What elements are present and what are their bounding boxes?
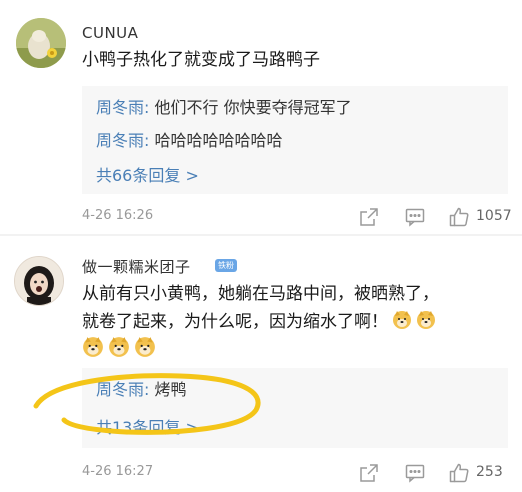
reply-author[interactable]: 周冬雨: <box>96 131 149 150</box>
thumbs-up-icon[interactable] <box>448 206 470 228</box>
comment-text-line: 从前有只小黄鸭，她躺在马路中间，被晒熟了， <box>82 280 502 308</box>
comment-text: 从前有只小黄鸭，她躺在马路中间，被晒熟了， 就卷了起来，为什么呢，因为缩水了啊！ <box>82 280 502 336</box>
reply-text: 哈哈哈哈哈哈哈哈 <box>149 131 283 150</box>
doge-emoji-icon <box>135 337 155 357</box>
username[interactable]: CUNUA <box>82 24 138 42</box>
share-icon[interactable] <box>358 206 380 228</box>
comment-footer: 4-26 16:26 1057 <box>82 206 512 230</box>
doge-emoji-icon <box>83 337 103 357</box>
comment-text-line-2: 就卷了起来，为什么呢，因为缩水了啊！ <box>82 312 388 332</box>
comment-text-line: 小鸭子热化了就变成了马路鸭子 <box>82 50 320 70</box>
comment-text: 小鸭子热化了就变成了马路鸭子 <box>82 46 320 74</box>
comment-icon[interactable] <box>404 462 426 484</box>
reply-text: 烤鸭 <box>149 380 187 399</box>
timestamp: 4-26 16:26 <box>82 208 154 223</box>
doge-emoji-icon <box>417 311 435 329</box>
comment-item: CUNUA 小鸭子热化了就变成了马路鸭子 周冬雨: 他们不行 你快要夺得冠军了 … <box>0 0 522 234</box>
reply-author[interactable]: 周冬雨: <box>96 98 149 117</box>
doge-emoji-icon <box>109 337 129 357</box>
more-replies-link[interactable]: 共66条回复 > <box>96 162 199 186</box>
comment-icon[interactable] <box>404 206 426 228</box>
comment-text-line-1: 从前有只小黄鸭，她躺在马路中间，被晒熟了， <box>82 284 439 304</box>
like-count: 1057 <box>476 208 512 224</box>
timestamp: 4-26 16:27 <box>82 464 154 479</box>
avatar[interactable] <box>14 256 64 306</box>
avatar[interactable] <box>16 18 66 68</box>
fan-badge: 铁粉 <box>215 259 237 272</box>
comment-item: 做一颗糯米团子 铁粉 从前有只小黄鸭，她躺在马路中间，被晒熟了， 就卷了起来，为… <box>0 236 522 492</box>
reply-text: 他们不行 你快要夺得冠军了 <box>149 98 352 117</box>
reply-item[interactable]: 周冬雨: 烤鸭 <box>96 376 187 400</box>
reply-author[interactable]: 周冬雨: <box>96 380 149 399</box>
reply-box: 周冬雨: 烤鸭 共13条回复 > <box>82 368 508 448</box>
comment-text-line: 就卷了起来，为什么呢，因为缩水了啊！ <box>82 308 502 336</box>
share-icon[interactable] <box>358 462 380 484</box>
emoji-row <box>82 336 156 358</box>
like-count: 253 <box>476 464 503 480</box>
thumbs-up-icon[interactable] <box>448 462 470 484</box>
reply-box: 周冬雨: 他们不行 你快要夺得冠军了 周冬雨: 哈哈哈哈哈哈哈哈 共66条回复 … <box>82 86 508 194</box>
doge-emoji-icon <box>393 311 411 329</box>
reply-item[interactable]: 周冬雨: 他们不行 你快要夺得冠军了 <box>96 94 352 118</box>
username[interactable]: 做一颗糯米团子 <box>82 256 191 277</box>
comment-footer: 4-26 16:27 253 <box>82 462 512 486</box>
reply-item[interactable]: 周冬雨: 哈哈哈哈哈哈哈哈 <box>96 127 283 151</box>
more-replies-link[interactable]: 共13条回复 > <box>96 414 199 438</box>
